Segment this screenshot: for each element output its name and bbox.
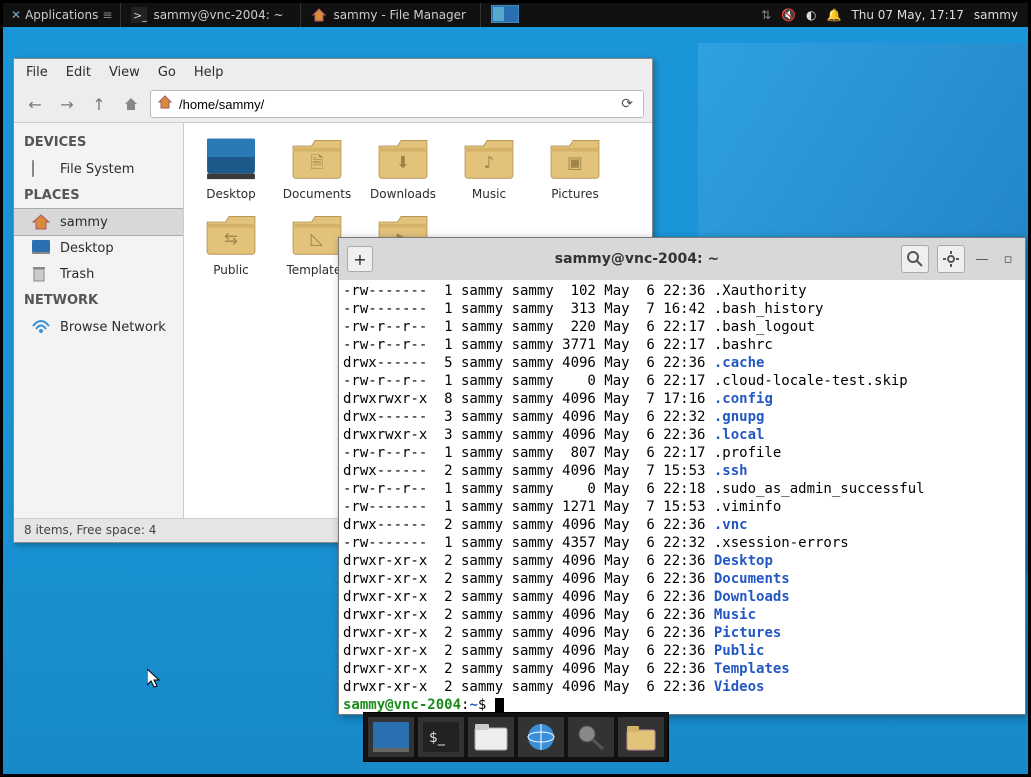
sidebar-section-network: NETWORK — [14, 287, 183, 314]
folder-pictures[interactable]: ▣ Pictures — [532, 133, 618, 201]
folder-icon: 🗎 — [287, 133, 347, 183]
svg-text:▣: ▣ — [567, 153, 583, 172]
menu-help[interactable]: Help — [194, 65, 224, 80]
applications-label: Applications — [25, 8, 98, 22]
system-tray: ⇅ 🔇 ◐ 🔔 Thu 07 May, 17:17 sammy — [751, 8, 1028, 22]
address-input[interactable] — [179, 97, 611, 112]
home-icon — [157, 94, 173, 114]
folder-icon — [201, 133, 261, 183]
cursor-icon — [147, 669, 163, 694]
folder-icon: ♪ — [459, 133, 519, 183]
folder-public[interactable]: ⇆ Public — [188, 209, 274, 277]
taskbar-label: sammy - File Manager — [333, 8, 466, 22]
terminal-content[interactable]: -rw------- 1 sammy sammy 102 May 6 22:36… — [339, 280, 1025, 714]
sidebar-item-desktop[interactable]: Desktop — [14, 235, 183, 261]
notification-icon[interactable]: 🔔 — [826, 8, 841, 22]
taskbar-item-terminal[interactable]: >_ sammy@vnc-2004: ~ — [121, 3, 301, 27]
folder-icon: ▣ — [545, 133, 605, 183]
search-button[interactable] — [901, 245, 929, 273]
clock[interactable]: Thu 07 May, 17:17 — [851, 8, 963, 22]
home-icon — [32, 214, 52, 230]
workspace-switcher[interactable] — [481, 5, 529, 26]
folder-label: Documents — [283, 187, 351, 201]
svg-text:$_: $_ — [429, 730, 446, 746]
menu-view[interactable]: View — [109, 65, 140, 80]
dock: $_ — [363, 712, 669, 762]
back-button[interactable]: ← — [22, 91, 48, 117]
dock-home[interactable] — [618, 717, 664, 757]
sidebar: DEVICES File System PLACES sammy Desktop — [14, 123, 184, 518]
sidebar-label: Trash — [60, 267, 94, 282]
taskbar: >_ sammy@vnc-2004: ~ sammy - File Manage… — [121, 3, 481, 27]
dock-terminal[interactable]: $_ — [418, 717, 464, 757]
folder-music[interactable]: ♪ Music — [446, 133, 532, 201]
sidebar-section-places: PLACES — [14, 182, 183, 209]
folder-desktop[interactable]: Desktop — [188, 133, 274, 201]
taskbar-label: sammy@vnc-2004: ~ — [153, 8, 283, 22]
home-icon — [311, 7, 327, 23]
svg-text:🗎: 🗎 — [310, 153, 323, 172]
menu-go[interactable]: Go — [158, 65, 176, 80]
disk-icon — [32, 161, 52, 177]
folder-downloads[interactable]: ⬇ Downloads — [360, 133, 446, 201]
dock-file-manager[interactable] — [468, 717, 514, 757]
dock-web-browser[interactable] — [518, 717, 564, 757]
wifi-icon — [32, 319, 52, 335]
sidebar-label: Browse Network — [60, 320, 166, 335]
reload-icon[interactable]: ⟳ — [617, 96, 637, 112]
desktop-icon — [32, 240, 52, 256]
svg-text:⇆: ⇆ — [224, 229, 238, 248]
folder-label: Pictures — [551, 187, 599, 201]
sidebar-item-filesystem[interactable]: File System — [14, 156, 183, 182]
folder-icon: ⬇ — [373, 133, 433, 183]
forward-button[interactable]: → — [54, 91, 80, 117]
terminal-title: sammy@vnc-2004: ~ — [381, 251, 893, 267]
trash-icon — [32, 266, 52, 282]
sidebar-section-devices: DEVICES — [14, 129, 183, 156]
sidebar-item-trash[interactable]: Trash — [14, 261, 183, 287]
terminal-titlebar: + sammy@vnc-2004: ~ — ▫ — [339, 238, 1025, 280]
terminal-window: + sammy@vnc-2004: ~ — ▫ -rw------- 1 sam… — [338, 237, 1026, 715]
network-icon[interactable]: ⇅ — [761, 8, 771, 22]
menu-edit[interactable]: Edit — [66, 65, 91, 80]
power-icon[interactable]: ◐ — [806, 8, 816, 22]
menu-file[interactable]: File — [26, 65, 48, 80]
file-manager-menubar: File Edit View Go Help — [14, 59, 652, 86]
svg-text:♪: ♪ — [484, 153, 495, 172]
maximize-button[interactable]: ▫ — [999, 252, 1017, 267]
folder-label: Desktop — [206, 187, 256, 201]
svg-text:◺: ◺ — [311, 229, 324, 248]
top-panel: ✕ Applications ≡ >_ sammy@vnc-2004: ~ sa… — [3, 3, 1028, 27]
svg-text:⬇: ⬇ — [396, 153, 410, 172]
xfce-icon: ✕ — [11, 8, 21, 22]
svg-text:>_: >_ — [133, 9, 147, 22]
sidebar-label: Desktop — [60, 241, 114, 256]
folder-label: Public — [213, 263, 249, 277]
minimize-button[interactable]: — — [973, 252, 991, 267]
dock-app-finder[interactable] — [568, 717, 614, 757]
folder-label: Downloads — [370, 187, 436, 201]
folder-label: Music — [472, 187, 506, 201]
volume-icon[interactable]: 🔇 — [781, 8, 796, 22]
sidebar-item-home[interactable]: sammy — [14, 208, 184, 236]
sidebar-item-browse-network[interactable]: Browse Network — [14, 314, 183, 340]
folder-icon: ⇆ — [201, 209, 261, 259]
home-button[interactable] — [118, 91, 144, 117]
user-label[interactable]: sammy — [974, 8, 1018, 22]
file-manager-toolbar: ← → ↑ ⟳ — [14, 86, 652, 123]
sidebar-label: sammy — [60, 215, 108, 230]
folder-documents[interactable]: 🗎 Documents — [274, 133, 360, 201]
sidebar-label: File System — [60, 162, 134, 177]
terminal-icon: >_ — [131, 7, 147, 23]
up-button[interactable]: ↑ — [86, 91, 112, 117]
menu-indicator-icon: ≡ — [102, 8, 112, 22]
new-tab-button[interactable]: + — [347, 246, 373, 272]
taskbar-item-filemanager[interactable]: sammy - File Manager — [301, 3, 481, 27]
address-bar[interactable]: ⟳ — [150, 90, 644, 118]
applications-menu[interactable]: ✕ Applications ≡ — [3, 3, 121, 27]
dock-show-desktop[interactable] — [368, 717, 414, 757]
settings-button[interactable] — [937, 245, 965, 273]
